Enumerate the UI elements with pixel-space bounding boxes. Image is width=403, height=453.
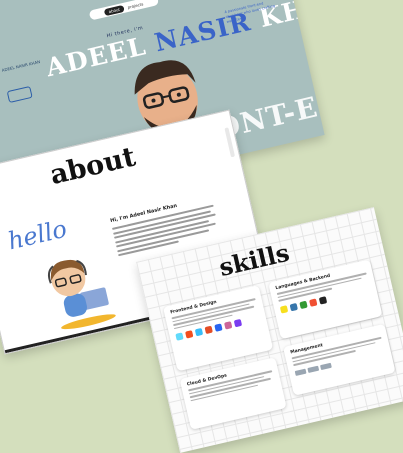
nav-projects-tab[interactable]: projects	[127, 1, 144, 9]
nav-about-tab[interactable]: about	[103, 4, 125, 16]
scrollbar[interactable]	[224, 127, 236, 158]
skill-card-frontend: Frontend & Design	[162, 285, 274, 372]
site-logo[interactable]: ADEEL NASIR KHAN	[1, 59, 40, 73]
about-title: about	[47, 141, 139, 192]
social-links[interactable]	[6, 85, 33, 104]
boy-illustration	[47, 259, 116, 330]
skills-title: skills	[216, 237, 292, 282]
skill-card-cloud: Cloud & DevOps	[179, 357, 287, 430]
top-nav: about projects	[88, 0, 160, 21]
hello-script: hello	[5, 214, 70, 256]
